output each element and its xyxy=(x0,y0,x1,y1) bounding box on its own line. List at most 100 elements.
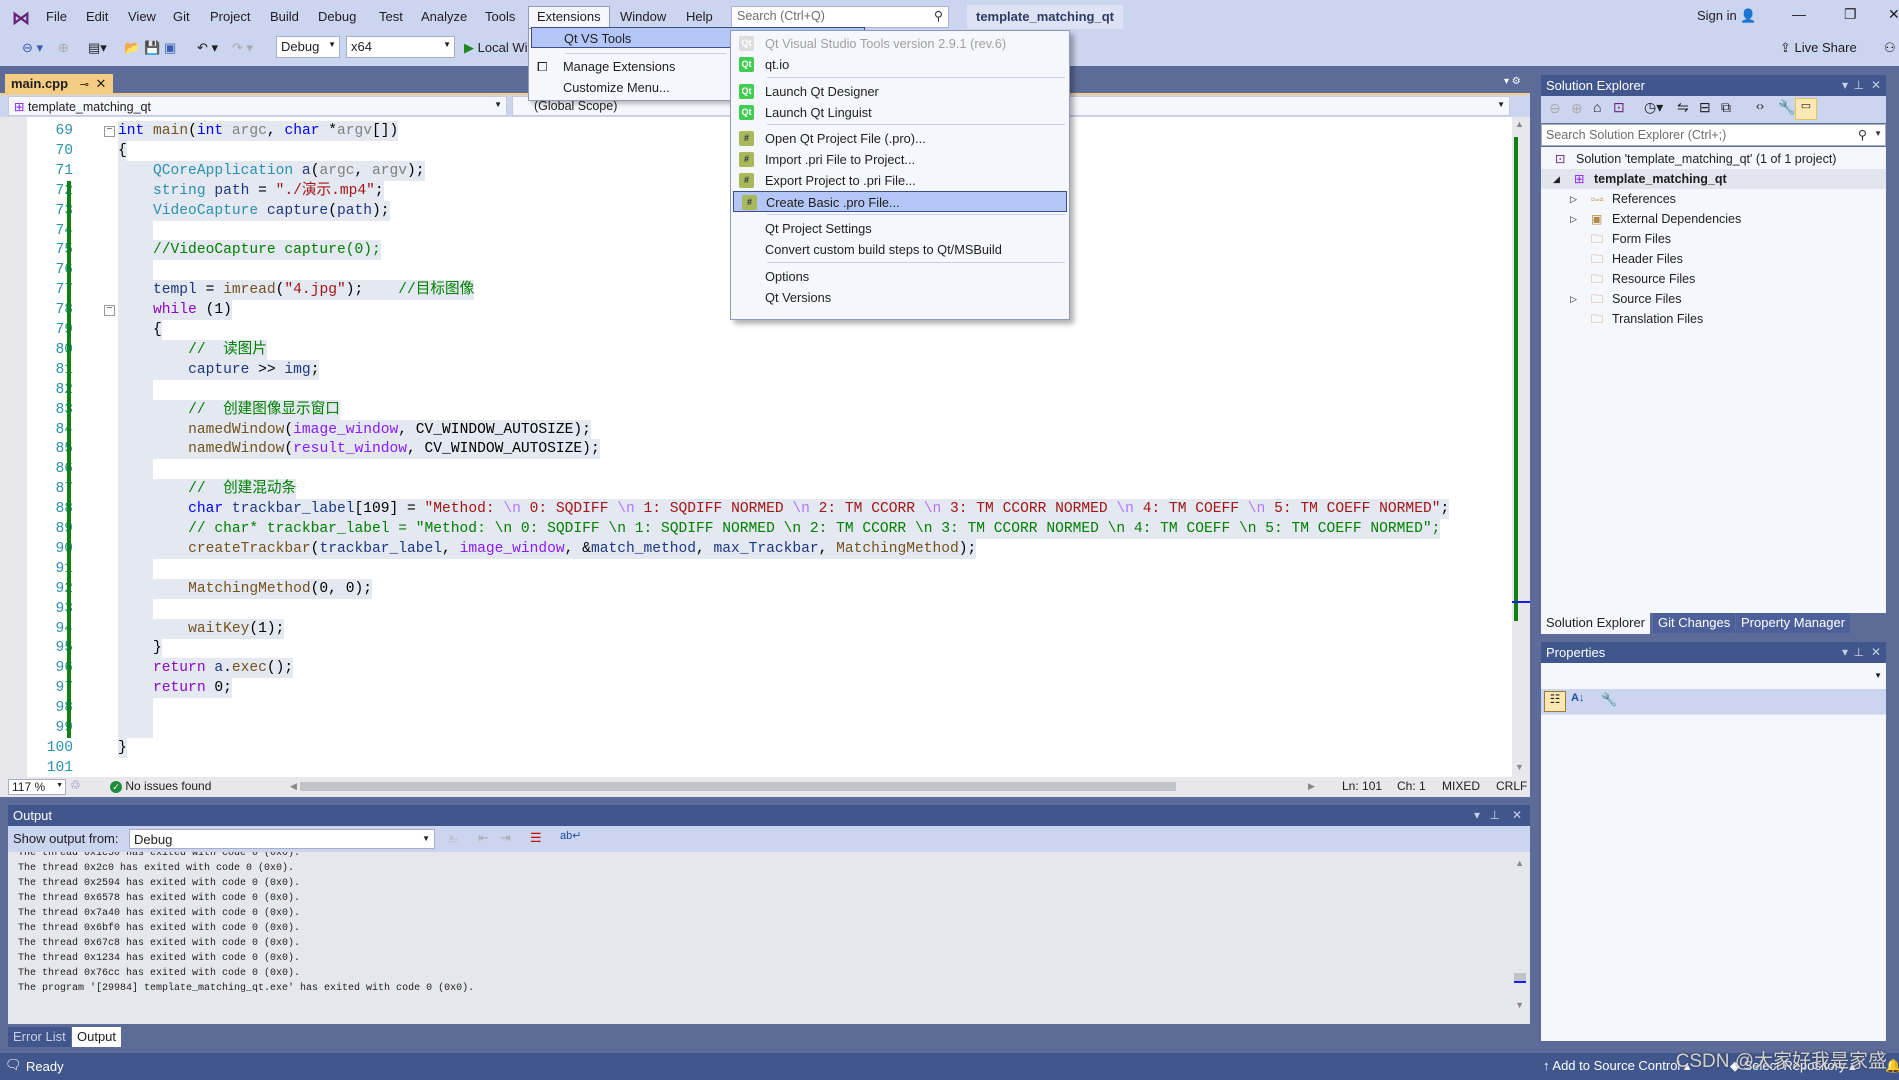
output-text-area[interactable]: The thread 0x1c50 has exited with code 0… xyxy=(8,852,1530,1024)
scroll-up-icon[interactable]: ▲ xyxy=(1515,858,1524,868)
expand-arrow-icon[interactable]: ▷ xyxy=(1570,209,1577,229)
code-line[interactable]: 99 xyxy=(0,718,1512,738)
pin-icon[interactable]: ⊥ xyxy=(1490,808,1500,822)
code-line[interactable]: 92 MatchingMethod(0, 0); xyxy=(0,578,1512,599)
panel-menu-icon[interactable]: ▾ xyxy=(1842,645,1848,659)
tab-main-cpp[interactable]: main.cpp ⊸ ✕ xyxy=(5,74,113,94)
save-icon[interactable]: 💾 xyxy=(144,37,160,59)
expand-arrow-icon[interactable]: ▷ xyxy=(1570,289,1577,309)
code-line[interactable]: 93 xyxy=(0,598,1512,619)
pending-changes-icon[interactable]: ◷▾ xyxy=(1644,99,1663,116)
close-icon[interactable]: ✕ xyxy=(1871,645,1881,659)
menu-analyze[interactable]: Analyze xyxy=(413,6,475,28)
scroll-down-icon[interactable]: ▼ xyxy=(1515,1000,1524,1010)
close-window-button[interactable]: ✕ xyxy=(1888,6,1899,23)
collapse-all-icon[interactable]: ⊟ xyxy=(1699,99,1711,116)
menu-item-qt-visual-studio-tools-version-2-9-1-rev-6[interactable]: Qt Qt Visual Studio Tools version 2.9.1 (… xyxy=(731,33,1069,54)
menu-item-manage-extensions[interactable]: ⧠ Manage Extensions xyxy=(529,56,730,77)
vertical-scrollbar[interactable]: ▲ ▼ xyxy=(1512,117,1530,777)
live-share-button[interactable]: ⇪ Live Share xyxy=(1780,37,1857,59)
pin-icon[interactable]: ⊥ xyxy=(1854,78,1864,92)
add-source-control-button[interactable]: ↑ Add to Source Control ▴ xyxy=(1543,1058,1690,1074)
menu-build[interactable]: Build xyxy=(262,6,307,28)
clear-all-icon[interactable]: ☰ xyxy=(530,830,542,846)
menu-item-launch-qt-linguist[interactable]: Qt Launch Qt Linguist xyxy=(731,102,1069,123)
redo-icon[interactable]: ↷ ▾ xyxy=(232,37,253,59)
scroll-right-icon[interactable]: ▶ xyxy=(1308,781,1315,792)
tab-git-changes[interactable]: Git Changes xyxy=(1653,613,1736,633)
switch-views-icon[interactable]: ⊡ xyxy=(1613,99,1625,116)
forward-icon[interactable]: ⊕ xyxy=(58,37,69,59)
code-line[interactable]: 91 xyxy=(0,558,1512,579)
find-message-icon[interactable]: ⎁ xyxy=(448,830,458,846)
code-line[interactable]: 87 // 创建混动条 xyxy=(0,479,1512,500)
next-message-icon[interactable]: ⇥ xyxy=(500,830,511,846)
new-project-icon[interactable]: ▤▾ xyxy=(88,37,107,59)
tab-overflow-icon[interactable]: ▾ ⚙ xyxy=(1504,76,1521,87)
panel-menu-icon[interactable]: ▾ xyxy=(1842,78,1848,92)
collapse-icon[interactable]: − xyxy=(104,126,115,137)
menu-test[interactable]: Test xyxy=(371,6,411,28)
menu-item-create-basic-pro-file[interactable]: # Create Basic .pro File... xyxy=(733,191,1067,212)
code-line[interactable]: 94 waitKey(1); xyxy=(0,618,1512,639)
menu-item-open-qt-project-file-pro[interactable]: # Open Qt Project File (.pro)... xyxy=(731,128,1069,149)
feedback-icon[interactable]: ⚇ xyxy=(1884,37,1896,59)
tree-item[interactable]: 🗀 Resource Files xyxy=(1541,269,1886,289)
menu-view[interactable]: View xyxy=(120,6,164,28)
back-icon[interactable]: ⊖ ▾ xyxy=(22,37,43,59)
tree-item[interactable]: 🗀 Form Files xyxy=(1541,229,1886,249)
forward-icon[interactable]: ⊕ xyxy=(1571,100,1583,117)
menu-help[interactable]: Help xyxy=(678,6,721,28)
undo-icon[interactable]: ↶ ▾ xyxy=(197,37,218,59)
restore-button[interactable]: ❐ xyxy=(1844,6,1857,23)
menu-item-import-pri-file-to-project[interactable]: # Import .pri File to Project... xyxy=(731,149,1069,170)
output-source-dropdown[interactable]: Debug ▼ xyxy=(129,829,435,849)
close-icon[interactable]: ✕ xyxy=(1871,78,1881,92)
tab-output[interactable]: Output xyxy=(72,1027,122,1047)
code-line[interactable]: 79 { xyxy=(0,320,1512,340)
code-line[interactable]: 88 char trackbar_label[109] = "Method: \… xyxy=(0,499,1512,520)
menu-git[interactable]: Git xyxy=(165,6,198,28)
code-line[interactable]: 83 // 创建图像显示窗口 xyxy=(0,399,1512,420)
menu-item-convert-custom-build-steps-to-qt-msbuild[interactable]: Convert custom build steps to Qt/MSBuild xyxy=(731,239,1069,260)
tree-item[interactable]: 🗀 Header Files xyxy=(1541,249,1886,269)
sign-in-button[interactable]: Sign in 👤 xyxy=(1697,8,1757,24)
tree-solution[interactable]: ⊡ Solution 'template_matching_qt' (1 of 1… xyxy=(1541,149,1886,169)
properties-icon[interactable]: 🔧 xyxy=(1778,99,1795,116)
menu-item-options[interactable]: Options xyxy=(731,266,1069,287)
tree-project[interactable]: ◢ ⊞ template_matching_qt xyxy=(1541,169,1886,189)
menu-item-customize-menu[interactable]: Customize Menu... xyxy=(529,77,730,98)
close-tab-icon[interactable]: ✕ xyxy=(96,76,107,91)
minimize-button[interactable]: — xyxy=(1792,6,1806,22)
tree-item[interactable]: ▷ ▫-▫ References xyxy=(1541,189,1886,209)
preview-selected-icon[interactable]: ▭ xyxy=(1795,98,1817,120)
tree-item[interactable]: ▷ ▣ External Dependencies xyxy=(1541,209,1886,229)
menu-file[interactable]: File xyxy=(38,6,75,28)
open-folder-icon[interactable]: 📂 xyxy=(124,37,140,59)
platform-dropdown[interactable]: x64 ▼ xyxy=(346,36,455,58)
menu-edit[interactable]: Edit xyxy=(78,6,116,28)
code-line[interactable]: 98 xyxy=(0,698,1512,719)
pin-icon[interactable]: ⊸ xyxy=(80,79,89,91)
view-code-icon[interactable]: ‹› xyxy=(1756,99,1764,113)
panel-menu-icon[interactable]: ▾ xyxy=(1474,808,1480,822)
expand-arrow-icon[interactable]: ▷ xyxy=(1570,189,1577,209)
solution-search-input[interactable]: Search Solution Explorer (Ctrl+;) ⚲ ▼ xyxy=(1541,124,1886,146)
line-number-indicator[interactable]: Ln: 101 xyxy=(1342,779,1382,793)
scroll-up-icon[interactable]: ▲ xyxy=(1515,119,1524,129)
close-icon[interactable]: ✕ xyxy=(1512,808,1522,822)
code-line[interactable]: 86 xyxy=(0,459,1512,480)
home-icon[interactable]: ⌂ xyxy=(1593,99,1601,115)
menu-debug[interactable]: Debug xyxy=(310,6,364,28)
code-line[interactable]: 96 return a.exec(); xyxy=(0,658,1512,679)
alphabetical-icon[interactable]: A↓ xyxy=(1571,692,1584,704)
menu-project[interactable]: Project xyxy=(202,6,258,28)
code-line[interactable]: 95 } xyxy=(0,638,1512,659)
menu-tools[interactable]: Tools xyxy=(477,6,523,28)
notifications-bell-icon[interactable]: 🔔 xyxy=(1885,1058,1899,1074)
tab-solution-explorer[interactable]: Solution Explorer xyxy=(1541,613,1650,634)
code-line[interactable]: 81 capture >> img; xyxy=(0,359,1512,380)
menu-item-export-project-to-pri-file[interactable]: # Export Project to .pri File... xyxy=(731,170,1069,191)
property-pages-icon[interactable]: 🔧 xyxy=(1601,692,1617,708)
project-dropdown[interactable]: ⊞ template_matching_qt ▼ xyxy=(8,96,507,116)
